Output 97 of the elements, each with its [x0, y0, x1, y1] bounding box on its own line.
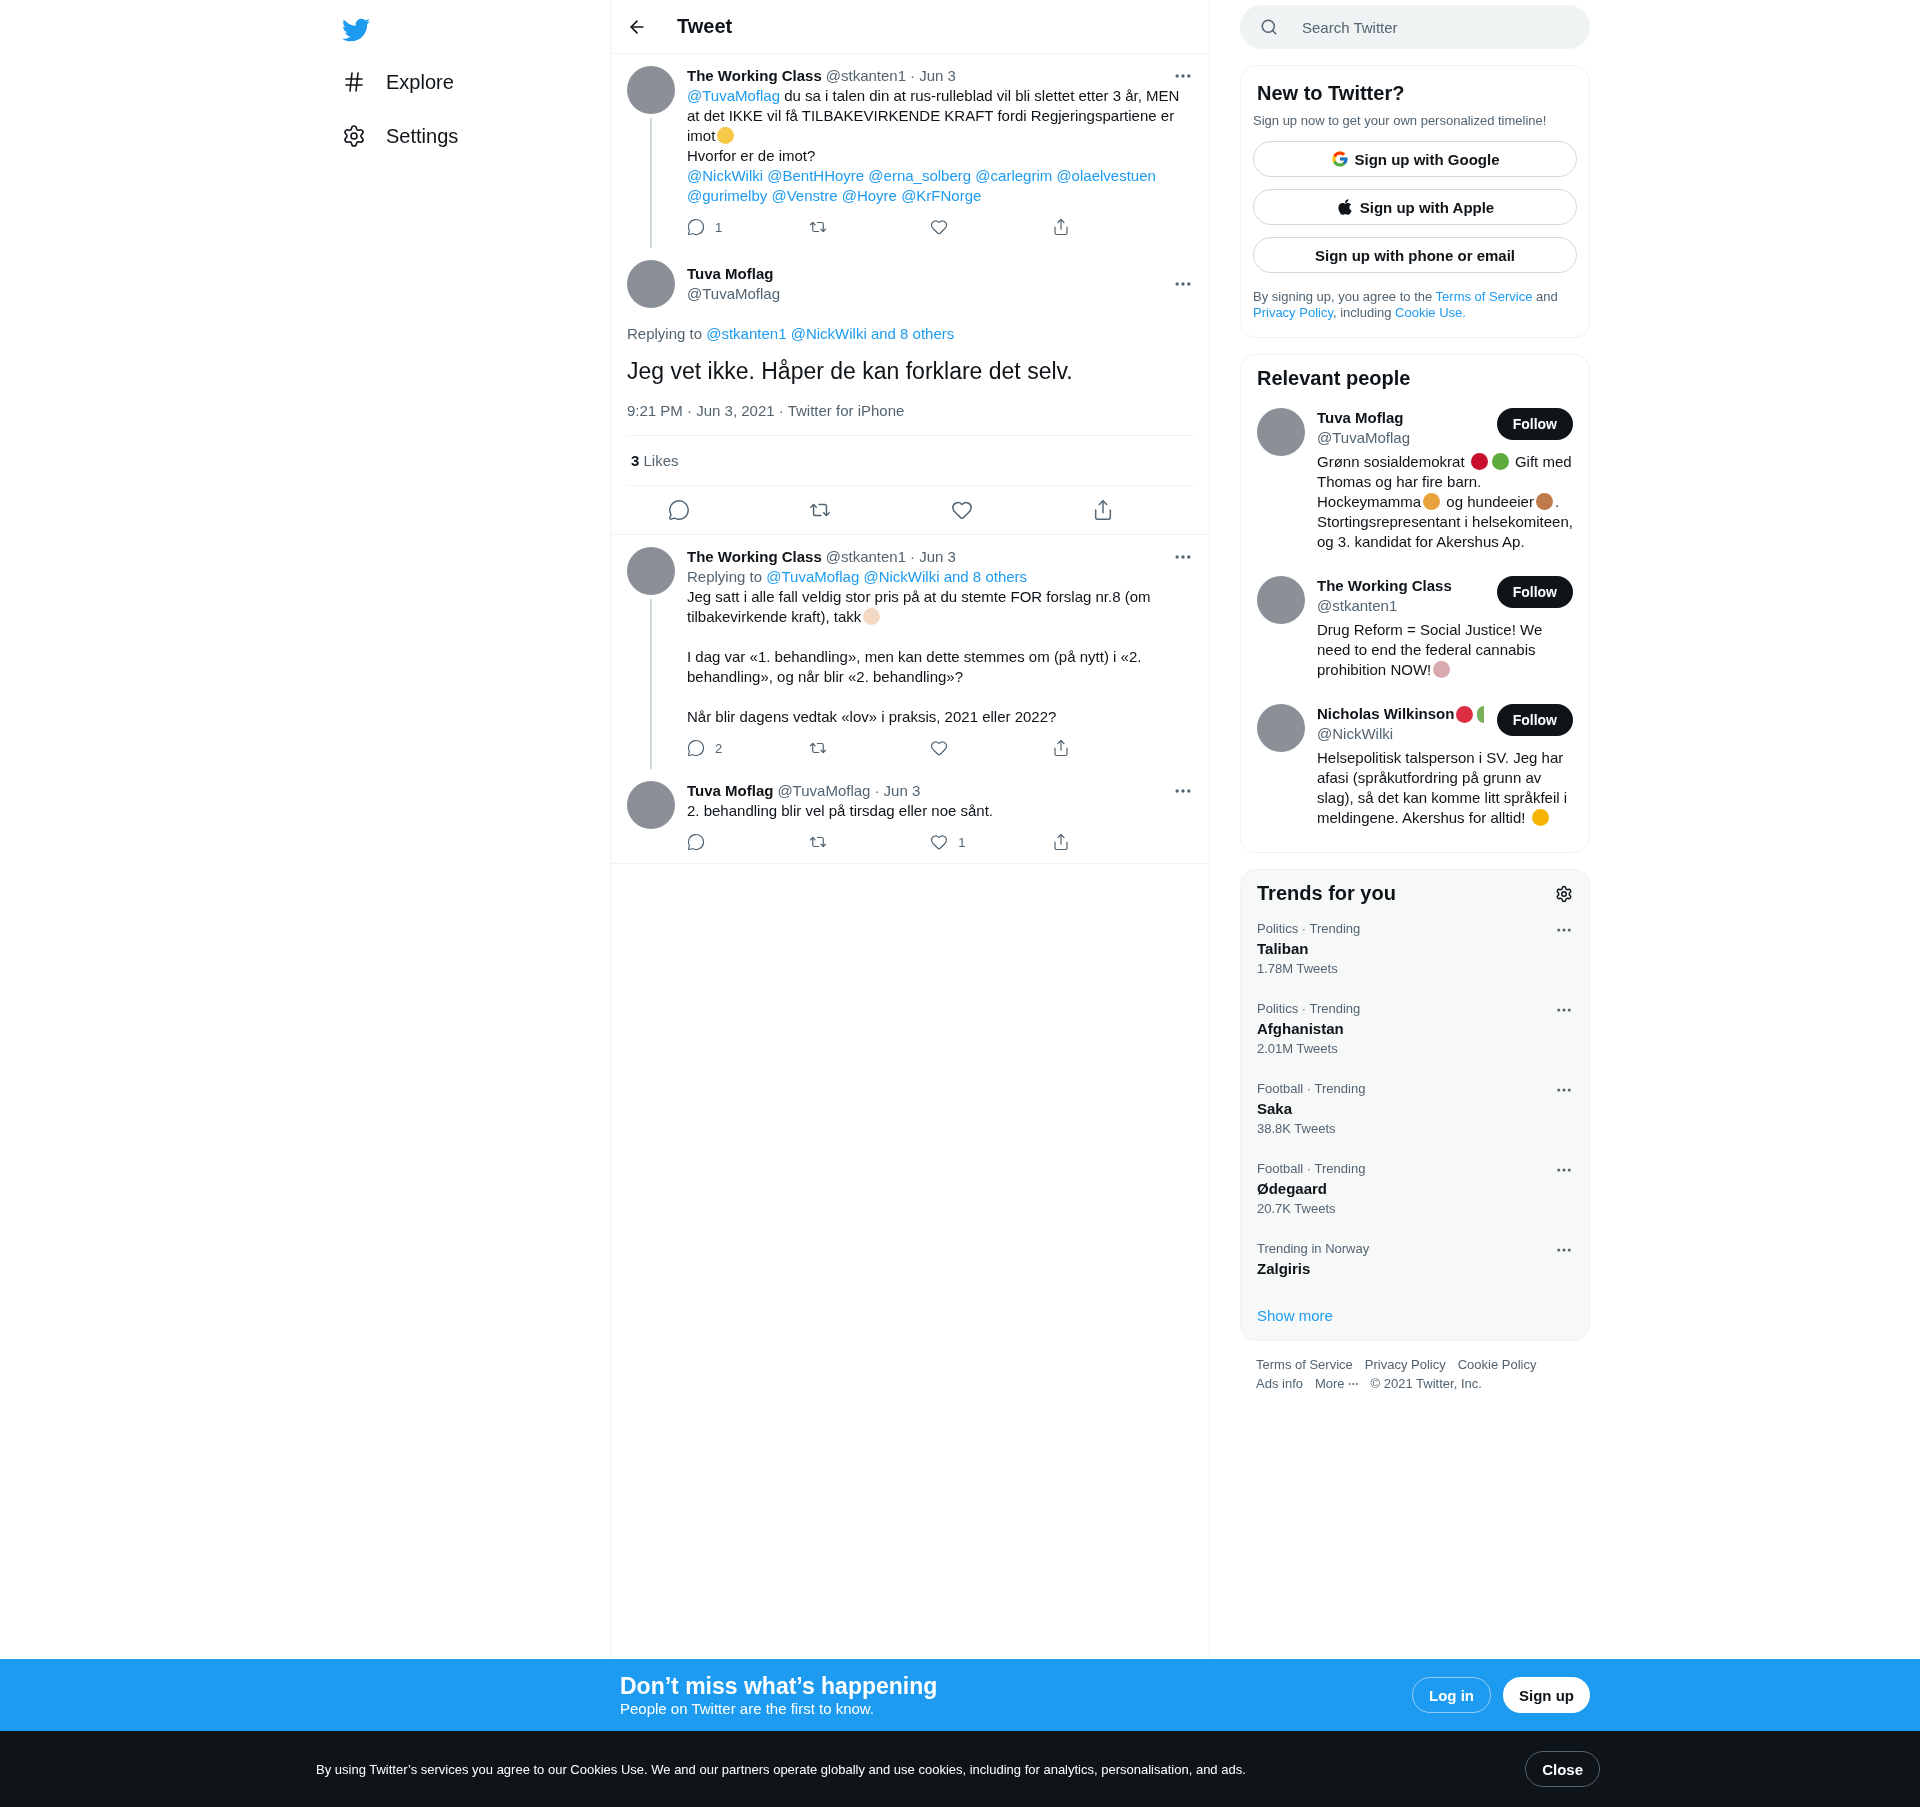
tweet-text: Når blir dagens vedtak «lov» i praksis, 2021 eller 2022? [687, 707, 1058, 727]
person-name[interactable]: Tuva Moflag [1317, 408, 1404, 428]
signup-button[interactable]: Sign up [1503, 1677, 1590, 1713]
avatar-photo[interactable] [627, 781, 675, 829]
speech-bubble-icon [687, 218, 705, 236]
share-icon [1051, 833, 1070, 851]
trend-count: 2.01M Tweets [1257, 1041, 1339, 1057]
tweet-text: Jeg vet ikke. Håper de kan forklare det selv. [627, 357, 1074, 386]
tweet-date[interactable]: · Jun 3 [910, 547, 956, 567]
trend-topic[interactable]: Afghanistan [1257, 1019, 1555, 1039]
person-handle[interactable]: @NickWilki [1317, 724, 1489, 744]
tweet-text: @TuvaMoflag du sa i talen din at rus-rulleblad vil bli slettet etter 3 år, MEN at det IKKE vil få TILBAKEVIRKENDE KRAFT fordi Regjeringspartiene er imot [687, 86, 1181, 146]
person-name[interactable]: The Working Class [1317, 576, 1452, 596]
person-name[interactable]: Nicholas Wilkinson [1317, 704, 1455, 724]
tweet-meta: 9:21 PM · Jun 3, 2021 · Twitter for iPhone [627, 402, 1193, 436]
banner-title: Don’t miss what’s happening [620, 1673, 939, 1700]
footer-link[interactable]: Cookie Policy [1457, 1357, 1537, 1372]
author-name[interactable]: Tuva Moflag [687, 264, 1169, 284]
follow-button[interactable]: Follow [1496, 408, 1573, 440]
search-icon [1260, 18, 1278, 36]
avatar-photo[interactable] [627, 260, 675, 308]
speech-bubble-icon [667, 499, 690, 521]
card-title: Relevant people [1256, 367, 1412, 391]
avatar-photo[interactable] [1257, 576, 1305, 624]
nav-link[interactable]: Explore [330, 58, 466, 106]
footer-link[interactable]: Privacy Policy [1364, 1357, 1446, 1372]
trend-context: Trending in Norway [1257, 1241, 1371, 1257]
footer-link[interactable]: Ads info [1256, 1376, 1303, 1391]
tweet-date[interactable]: · Jun 3 [874, 781, 921, 801]
likes-count[interactable]: 3 Likes [627, 436, 1193, 486]
trend-context: Football · Trending [1257, 1161, 1367, 1177]
heart-icon [930, 739, 949, 757]
card-title: New to Twitter? [1256, 81, 1406, 106]
avatar-photo[interactable] [627, 66, 675, 114]
like-button[interactable]: 1 [930, 833, 991, 851]
share-icon [1051, 739, 1070, 757]
apple-logo-icon [1335, 198, 1354, 216]
signup-button[interactable]: Sign up with Google [1253, 141, 1577, 177]
tweet-text: 2. behandling blir vel på tirsdag eller noe sånt. [687, 801, 995, 821]
speech-bubble-icon [687, 739, 705, 757]
author-name[interactable]: The Working Class [687, 547, 822, 567]
signup-button[interactable]: Sign up with phone or email [1253, 237, 1577, 273]
speech-bubble-icon [687, 833, 705, 851]
signup-subtitle: Sign up now to get your own personalized timeline! [1253, 113, 1548, 129]
person-handle[interactable]: @stkanten1 [1317, 596, 1489, 616]
reply-button[interactable]: 2 [687, 739, 747, 757]
author-handle[interactable]: @stkanten1 [825, 66, 907, 86]
follow-button[interactable]: Follow [1496, 704, 1573, 736]
footer-link[interactable]: Terms of Service [1256, 1357, 1353, 1372]
trend-context: Football · Trending [1257, 1081, 1367, 1097]
avatar-photo[interactable] [627, 547, 675, 595]
search-field[interactable]: Search Twitter [1240, 5, 1590, 49]
trend-count: 38.8K Tweets [1257, 1121, 1337, 1137]
nav-link[interactable]: Settings [330, 112, 471, 160]
trend-topic[interactable]: Ødegaard [1257, 1179, 1555, 1199]
person-bio: Grønn sosialdemokrat Gift med Thomas og har fire barn. Hockeymamma og hundeeier . Stortingsrepresentant i helsekomiteen, og 3. kandidat for Akershus Ap. [1317, 452, 1573, 552]
trend-topic[interactable]: Saka [1257, 1099, 1555, 1119]
avatar-photo[interactable] [1257, 408, 1305, 456]
heart-icon [930, 833, 949, 851]
google-logo-icon [1330, 150, 1349, 168]
replying-to-text: Replying to @stkanten1 @NickWilki and 8 others [627, 324, 956, 344]
heart-icon [950, 499, 973, 521]
replying-to-text: Replying to @TuvaMoflag @NickWilki and 8 others [687, 567, 1029, 587]
trend-topic[interactable]: Taliban [1257, 939, 1555, 959]
author-name[interactable]: Tuva Moflag [687, 781, 774, 801]
signup-button[interactable]: Sign up with Apple [1253, 189, 1577, 225]
copyright-text: © 2021 Twitter, Inc. [1370, 1376, 1482, 1391]
follow-button[interactable]: Follow [1496, 576, 1573, 608]
gear-icon [342, 124, 366, 148]
person-bio: Helsepolitisk talsperson i SV. Jeg har afasi (språkutfordring på grunn av slag), så det kan komme litt språkfeil i meldingene. Akershus for alltid! [1317, 748, 1569, 828]
banner-subtitle: People on Twitter are the first to know. [620, 1700, 876, 1717]
person-handle[interactable]: @TuvaMoflag [1317, 428, 1489, 448]
author-handle[interactable]: @TuvaMoflag [687, 284, 1169, 304]
tweet-text: Hvorfor er de imot? [687, 146, 817, 166]
trend-count: 1.78M Tweets [1257, 961, 1339, 977]
card-title: Trends for you [1257, 882, 1396, 905]
cookie-text: By using Twitter’s services you agree to our Cookies Use. We and our partners operate globally and use cookies, including for analytics, personalisation, and ads. [316, 1761, 1246, 1777]
tweet-date[interactable]: · Jun 3 [910, 66, 956, 86]
tweet-text: I dag var «1. behandling», men kan dette stemmes om (på nytt) i «2. behandling», og når blir «2. behandling»? [687, 647, 1143, 687]
trend-count: 20.7K Tweets [1257, 1201, 1337, 1217]
legal-text: By signing up, you agree to the Terms of Service and Privacy Policy, including Cookie Use. [1253, 289, 1559, 321]
author-handle[interactable]: @stkanten1 [825, 547, 907, 567]
trend-context: Politics · Trending [1257, 921, 1362, 937]
author-name[interactable]: The Working Class [687, 66, 822, 86]
settings-icon[interactable] [1555, 884, 1573, 903]
trend-topic[interactable]: Zalgiris [1257, 1259, 1555, 1279]
share-icon [1051, 218, 1070, 236]
trend-context: Politics · Trending [1257, 1001, 1362, 1017]
footer-link[interactable]: More [1315, 1376, 1359, 1391]
tweet-text: Jeg satt i alle fall veldig stor pris på at du stemte FOR forslag nr.8 (om tilbakevirkende kraft), takk [687, 587, 1152, 627]
author-handle[interactable]: @TuvaMoflag [777, 781, 871, 801]
reply-button[interactable]: 1 [687, 218, 747, 236]
hash-icon [342, 70, 366, 94]
page-title: Tweet [677, 15, 733, 38]
person-bio: Drug Reform = Social Justice! We need to end the federal cannabis prohibition NOW! [1317, 620, 1544, 680]
avatar-photo[interactable] [1257, 704, 1305, 752]
heart-icon [930, 218, 949, 236]
